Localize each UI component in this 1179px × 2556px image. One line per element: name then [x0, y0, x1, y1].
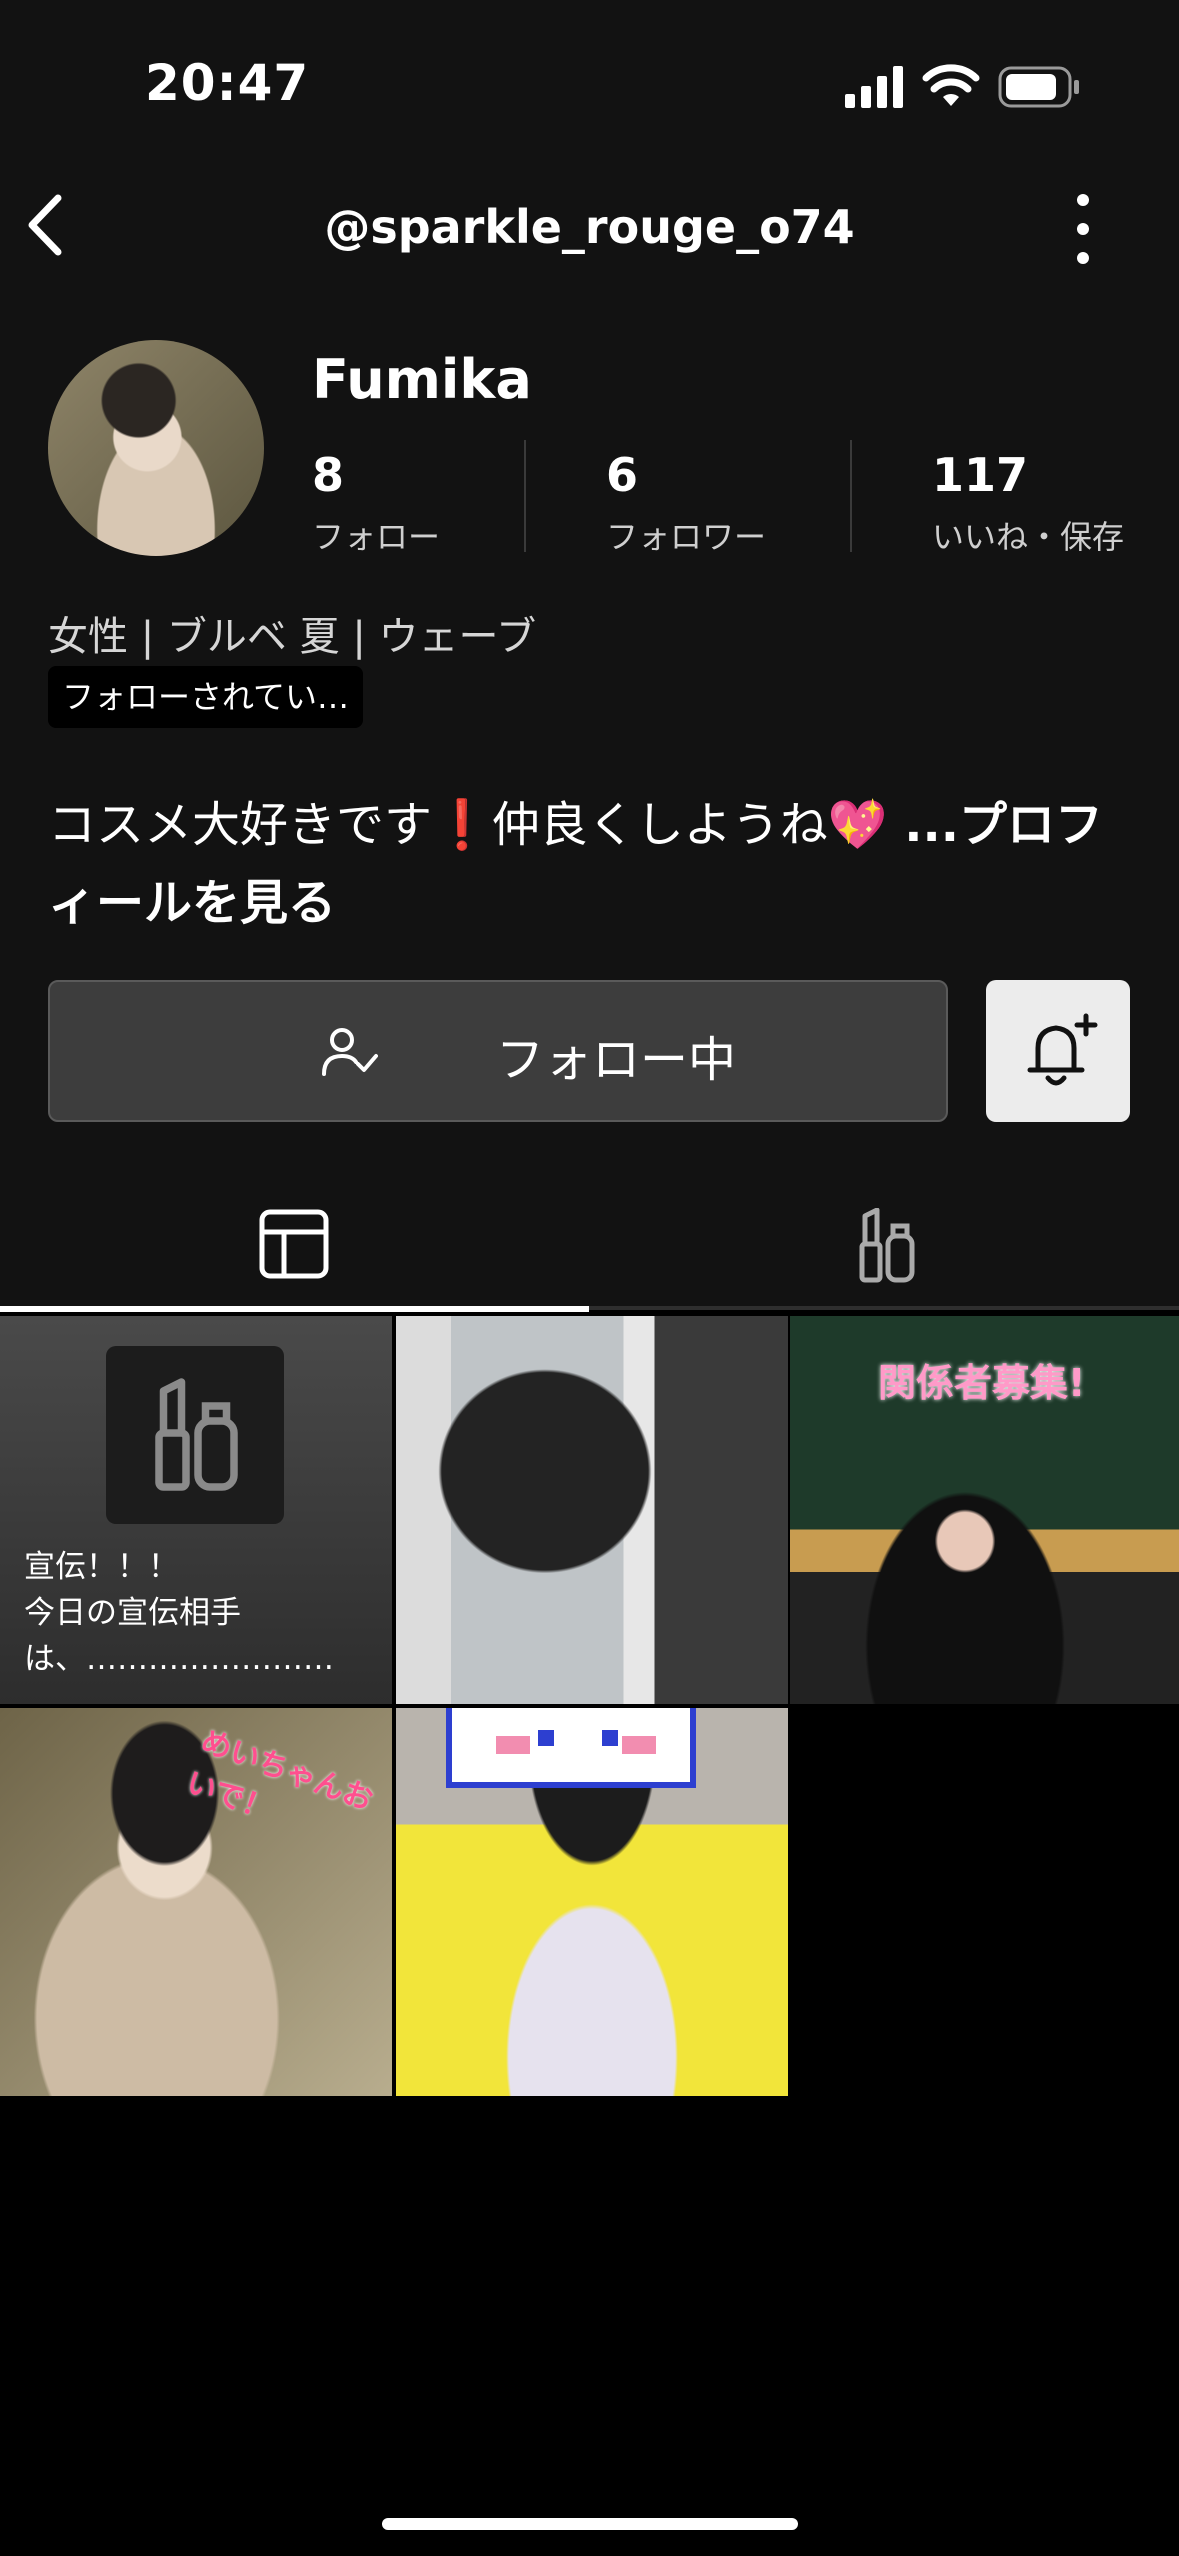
- pixel-face-sticker: [446, 1708, 696, 1788]
- battery-icon: [998, 66, 1079, 108]
- stat-divider: [850, 440, 852, 552]
- post-thumbnail[interactable]: 宣伝！！！ 今日の宣伝相手 は、……………………: [0, 1316, 392, 1704]
- tab-indicator-track: [0, 1306, 1179, 1312]
- bio-text: コスメ大好きです❗️仲良くしようね💖: [48, 797, 888, 853]
- sticker-eye: [538, 1730, 554, 1746]
- home-indicator[interactable]: [382, 2518, 798, 2530]
- sticker-cheek: [622, 1736, 656, 1754]
- post-overlay-text: 関係者募集!: [878, 1361, 1086, 1405]
- following-button[interactable]: フォロー中: [48, 980, 948, 1122]
- following-button-label: フォロー中: [496, 1032, 737, 1088]
- profile-bio: コスメ大好きです❗️仲良くしようね💖 ...プロフィールを見る: [48, 786, 1138, 942]
- grid-icon[interactable]: [258, 1208, 330, 1280]
- stat-following-label: フォロー: [312, 518, 441, 556]
- stat-followers-label: フォロワー: [606, 518, 767, 556]
- post-caption-line: 今日の宣伝相手: [24, 1595, 241, 1631]
- post-caption-line: 宣伝！！！: [24, 1549, 179, 1585]
- stat-following[interactable]: 8 フォロー: [312, 448, 440, 558]
- post-thumbnail[interactable]: めいちゃんおいで！: [0, 1708, 392, 2096]
- bell-plus-icon: [1027, 1013, 1098, 1086]
- post-caption: 宣伝！！！ 今日の宣伝相手 は、……………………: [24, 1544, 334, 1682]
- notification-button[interactable]: [986, 980, 1130, 1122]
- cosmetics-icon[interactable]: [856, 1208, 916, 1284]
- follows-you-badge: フォローされてい…: [48, 666, 364, 728]
- cellular-signal-icon: [845, 66, 903, 108]
- tab-indicator-active: [0, 1306, 589, 1312]
- sticker-cheek: [496, 1736, 530, 1754]
- stat-likes-saves[interactable]: 117 いいね・保存: [932, 448, 1124, 558]
- avatar[interactable]: [48, 340, 264, 556]
- post-thumbnail[interactable]: 関係者募集!: [790, 1316, 1179, 1704]
- post-thumbnail[interactable]: [396, 1708, 788, 2096]
- post-thumbnail[interactable]: [396, 1316, 788, 1704]
- more-options-icon[interactable]: [1060, 190, 1106, 268]
- profile-attributes: 女性 | ブルベ 夏 | ウェーブ: [48, 614, 537, 660]
- sticker-eye: [602, 1730, 618, 1746]
- wifi-icon: [922, 64, 980, 106]
- stat-likes-count: 117: [932, 448, 1029, 502]
- profile-name: Fumika: [312, 348, 532, 411]
- stat-followers[interactable]: 6 フォロワー: [606, 448, 766, 558]
- stat-likes-label: いいね・保存: [932, 518, 1125, 556]
- stat-followers-count: 6: [606, 448, 639, 502]
- status-time: 20:47: [145, 54, 310, 112]
- post-overlay-text: めいちゃんおいで！: [181, 1723, 378, 1829]
- cosmetics-placeholder: [106, 1346, 284, 1524]
- cosmetics-icon: [155, 1378, 238, 1491]
- user-check-icon: [322, 1028, 378, 1076]
- stat-divider: [524, 440, 526, 552]
- profile-handle: @sparkle_rouge_o74: [324, 200, 855, 254]
- stat-following-count: 8: [312, 448, 345, 502]
- post-caption-line: は、……………………: [24, 1641, 334, 1677]
